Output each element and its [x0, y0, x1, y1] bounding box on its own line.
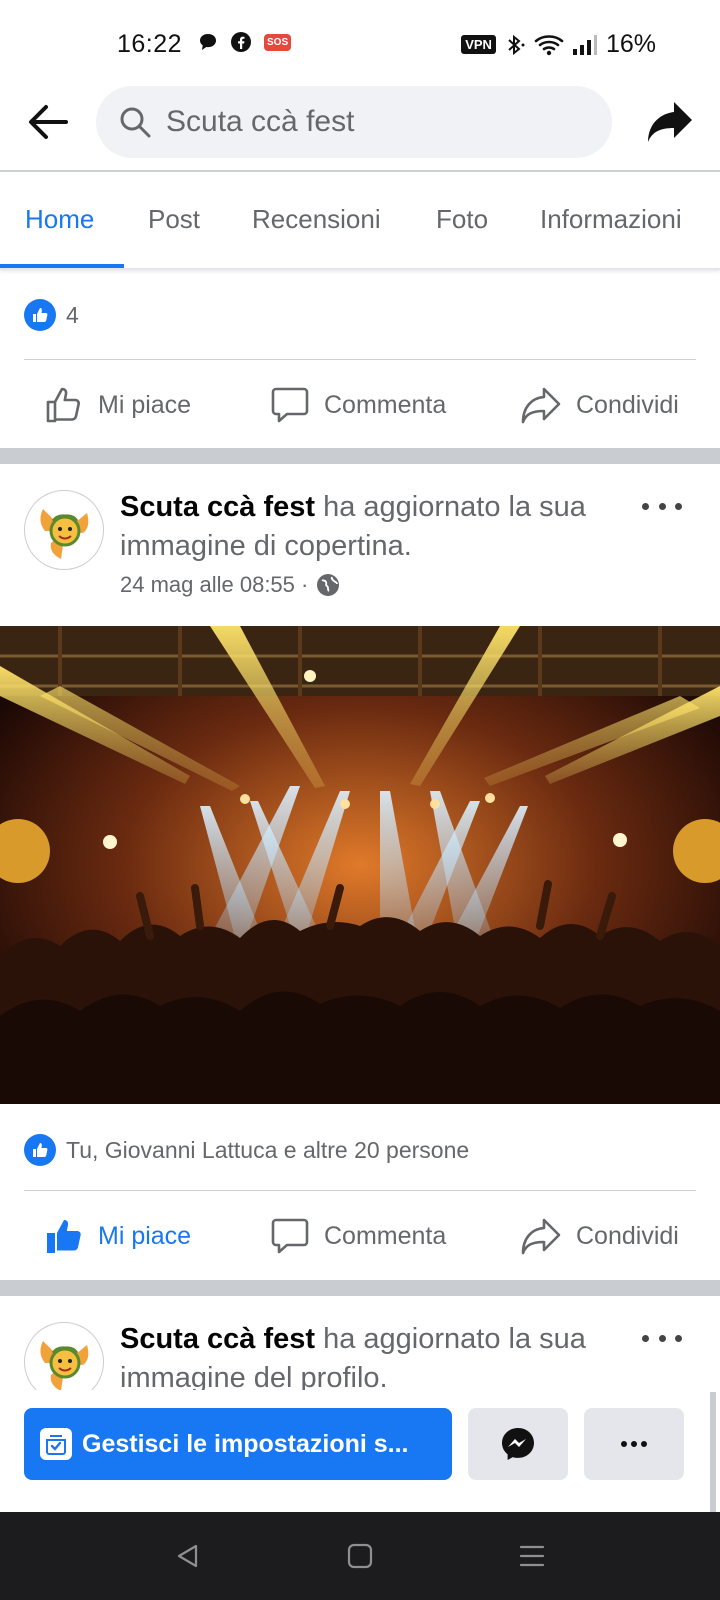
dot — [641, 1441, 647, 1447]
post-header: Scuta ccà fest ha aggiornato la sua imma… — [0, 1296, 720, 1390]
thumbs-up-filled-icon — [47, 1220, 81, 1253]
post-options-button[interactable] — [642, 494, 682, 518]
comment-button[interactable]: Commenta — [270, 373, 446, 437]
dot — [658, 1334, 666, 1342]
more-options-button[interactable] — [584, 1408, 684, 1480]
dot — [642, 1334, 649, 1342]
wifi-icon — [534, 34, 564, 55]
post-author[interactable]: Scuta ccà fest — [120, 1323, 315, 1355]
status-bar: 16:22 SOS VPN 16% — [0, 0, 720, 84]
like-reaction-icon — [24, 299, 56, 331]
share-label: Condividi — [576, 390, 679, 419]
facebook-icon — [231, 32, 251, 52]
dot — [621, 1441, 627, 1447]
share-page-button[interactable] — [644, 96, 696, 148]
bluetooth-icon — [508, 34, 525, 55]
post-date[interactable]: 24 mag alle 08:55 · — [120, 572, 308, 598]
like-button[interactable]: Mi piace — [44, 373, 191, 437]
manage-settings-label: Gestisci le impostazioni s... — [82, 1429, 409, 1458]
messenger-icon — [502, 1428, 534, 1460]
post-author[interactable]: Scuta ccà fest — [120, 491, 315, 523]
page-avatar[interactable] — [24, 1322, 104, 1390]
search-query: Scuta ccà fest — [166, 105, 355, 138]
trinacria-logo-icon — [40, 509, 89, 559]
signal-icon — [572, 34, 597, 55]
concert-image — [0, 626, 720, 1104]
cover-photo[interactable] — [0, 626, 720, 1104]
tab-recensioni[interactable]: Recensioni — [252, 204, 381, 235]
vpn-icon: VPN — [461, 35, 496, 54]
post-options-button[interactable] — [642, 1326, 682, 1350]
page-action-bar: Gestisci le impostazioni s... — [0, 1390, 720, 1512]
thumbs-up-icon — [46, 387, 80, 423]
share-label: Condividi — [576, 1221, 679, 1250]
nav-menu-button[interactable] — [508, 1532, 556, 1580]
dot — [642, 502, 649, 510]
reaction-names: Tu, Giovanni Lattuca e altre 20 persone — [66, 1136, 470, 1163]
trinacria-logo-icon — [40, 1341, 89, 1390]
status-time: 16:22 — [117, 30, 183, 58]
arrow-left-icon — [29, 105, 68, 139]
post-title: Scuta ccà fest ha aggiornato la sua imma… — [120, 1320, 600, 1390]
scrollbar[interactable] — [710, 1392, 716, 1512]
messenger-button[interactable] — [468, 1408, 568, 1480]
battery-level: 16% — [605, 30, 656, 58]
dot — [675, 1334, 682, 1342]
comment-button[interactable]: Commenta — [270, 1204, 446, 1268]
search-icon — [120, 107, 151, 138]
comment-label: Commenta — [324, 390, 447, 419]
tab-home[interactable]: Home — [25, 204, 94, 235]
nav-home-button[interactable] — [336, 1532, 384, 1580]
square-home-icon — [347, 1543, 373, 1569]
share-arrow-icon — [648, 102, 692, 142]
divider — [24, 1190, 696, 1191]
sos-icon: SOS — [264, 33, 292, 51]
tab-informazioni[interactable]: Informazioni — [540, 204, 682, 235]
comment-label: Commenta — [324, 1221, 447, 1250]
tab-foto[interactable]: Foto — [436, 204, 488, 235]
tab-post[interactable]: Post — [148, 204, 200, 235]
reactions-summary[interactable]: Tu, Giovanni Lattuca e altre 20 persone — [24, 1130, 696, 1170]
like-reaction-icon — [24, 1134, 56, 1166]
page-avatar[interactable] — [24, 490, 104, 570]
like-label: Mi piace — [98, 1221, 192, 1250]
globe-icon — [317, 574, 340, 596]
chat-bubble-icon — [200, 34, 216, 50]
reaction-count: 4 — [66, 301, 79, 328]
manage-settings-button[interactable]: Gestisci le impostazioni s... — [24, 1408, 452, 1480]
system-icons: VPN 16% — [461, 30, 656, 59]
like-button[interactable]: Mi piace — [44, 1204, 191, 1268]
system-navigation-bar — [0, 1512, 720, 1600]
nav-back-button[interactable] — [164, 1532, 212, 1580]
dot — [675, 502, 682, 510]
reactions-summary[interactable]: 4 — [24, 295, 696, 335]
dot — [658, 502, 666, 510]
comment-bubble-icon — [271, 1218, 309, 1254]
comment-bubble-icon — [271, 387, 309, 423]
post-actions: Mi piace Commenta Condividi — [0, 373, 720, 437]
inbox-check-icon — [40, 1428, 72, 1460]
page-tabs: Home Post Recensioni Foto Informazioni — [0, 174, 720, 270]
share-button[interactable]: Condividi — [520, 1204, 679, 1268]
hamburger-menu-icon — [519, 1545, 545, 1567]
post-separator — [0, 448, 720, 464]
back-button[interactable] — [24, 98, 72, 146]
post-actions: Mi piace Commenta Condividi — [0, 1204, 720, 1268]
search-header: Scuta ccà fest — [0, 84, 720, 172]
share-icon — [521, 387, 561, 424]
notification-icons: SOS — [198, 31, 292, 53]
share-button[interactable]: Condividi — [520, 373, 679, 437]
like-label: Mi piace — [98, 390, 192, 419]
post-title: Scuta ccà fest ha aggiornato la sua imma… — [120, 488, 600, 566]
search-input[interactable]: Scuta ccà fest — [96, 86, 612, 158]
share-icon — [521, 1218, 561, 1255]
post-meta: 24 mag alle 08:55 · — [120, 572, 340, 598]
triangle-back-icon — [177, 1544, 198, 1568]
divider — [24, 359, 696, 360]
post-separator — [0, 1280, 720, 1296]
dot — [631, 1441, 637, 1447]
active-tab-indicator — [0, 264, 124, 268]
